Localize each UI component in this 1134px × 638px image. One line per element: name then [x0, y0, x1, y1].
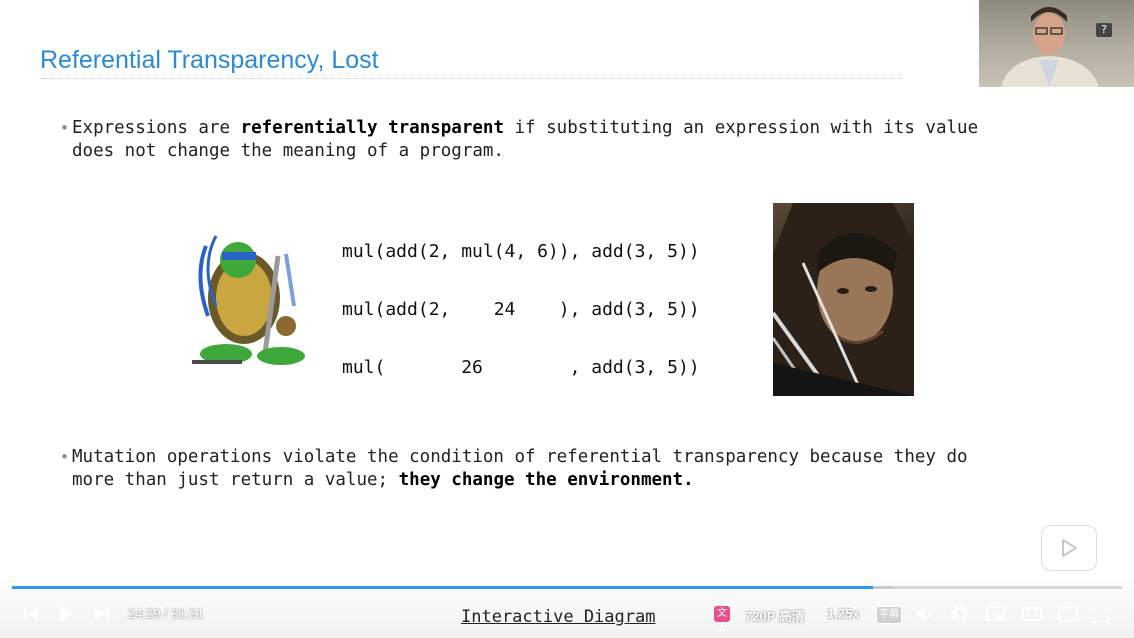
bullet2-pre: more than just return a value;: [72, 470, 399, 490]
bullet1-bold: referentially transparent: [240, 118, 504, 138]
expression-line-3: mul( 26 , add(3, 5)): [342, 357, 700, 378]
help-icon[interactable]: ?: [1096, 23, 1112, 37]
skip-forward-icon[interactable]: [91, 603, 113, 625]
volume-icon[interactable]: [913, 603, 935, 625]
translate-icon[interactable]: 文A: [714, 606, 730, 635]
title-divider: [40, 78, 902, 79]
web-fullscreen-icon[interactable]: [1090, 603, 1112, 625]
video-frame[interactable]: Referential Transparency, Lost • Express…: [0, 0, 1134, 638]
quality-button[interactable]: 720P 高清: [745, 606, 805, 625]
bullet2-bold: they change the environment.: [398, 470, 694, 490]
slide-title: Referential Transparency, Lost: [40, 46, 379, 74]
bullet1-line2: does not change the meaning of a program…: [72, 141, 504, 161]
bullet1-pre: Expressions are: [72, 118, 241, 138]
big-play-button[interactable]: [1041, 525, 1097, 571]
skip-back-icon[interactable]: [20, 603, 42, 625]
pip-icon[interactable]: [985, 603, 1007, 625]
gear-icon[interactable]: [949, 603, 971, 625]
widescreen-icon[interactable]: [1021, 603, 1043, 625]
bullet-dot: •: [60, 448, 70, 466]
progress-played: [12, 586, 873, 589]
ninja-turtle-image: [192, 235, 305, 365]
bullet1-post: if substituting an expression with its v…: [503, 118, 979, 138]
expression-line-2: mul(add(2, 24 ), add(3, 5)): [342, 299, 700, 320]
bullet-dot: •: [60, 119, 70, 137]
time-display: 24:29 / 31:31: [128, 606, 204, 621]
speed-button[interactable]: 1.25x: [827, 606, 860, 621]
caption-text: Interactive Diagram: [461, 607, 656, 627]
time-current: 24:29: [128, 606, 161, 621]
subtitle-icon[interactable]: 字幕: [876, 606, 902, 624]
time-total: 31:31: [171, 606, 204, 621]
time-separator: /: [160, 606, 172, 621]
wolverine-image: [773, 203, 914, 396]
play-icon[interactable]: [54, 603, 76, 625]
fullscreen-icon[interactable]: [1057, 603, 1079, 625]
progress-bar[interactable]: [12, 586, 1122, 589]
bullet2-line1: Mutation operations violate the conditio…: [72, 447, 968, 467]
big-play-icon: [1062, 539, 1077, 557]
expression-line-1: mul(add(2, mul(4, 6)), add(3, 5)): [342, 241, 700, 262]
webcam-overlay: [979, 0, 1134, 87]
